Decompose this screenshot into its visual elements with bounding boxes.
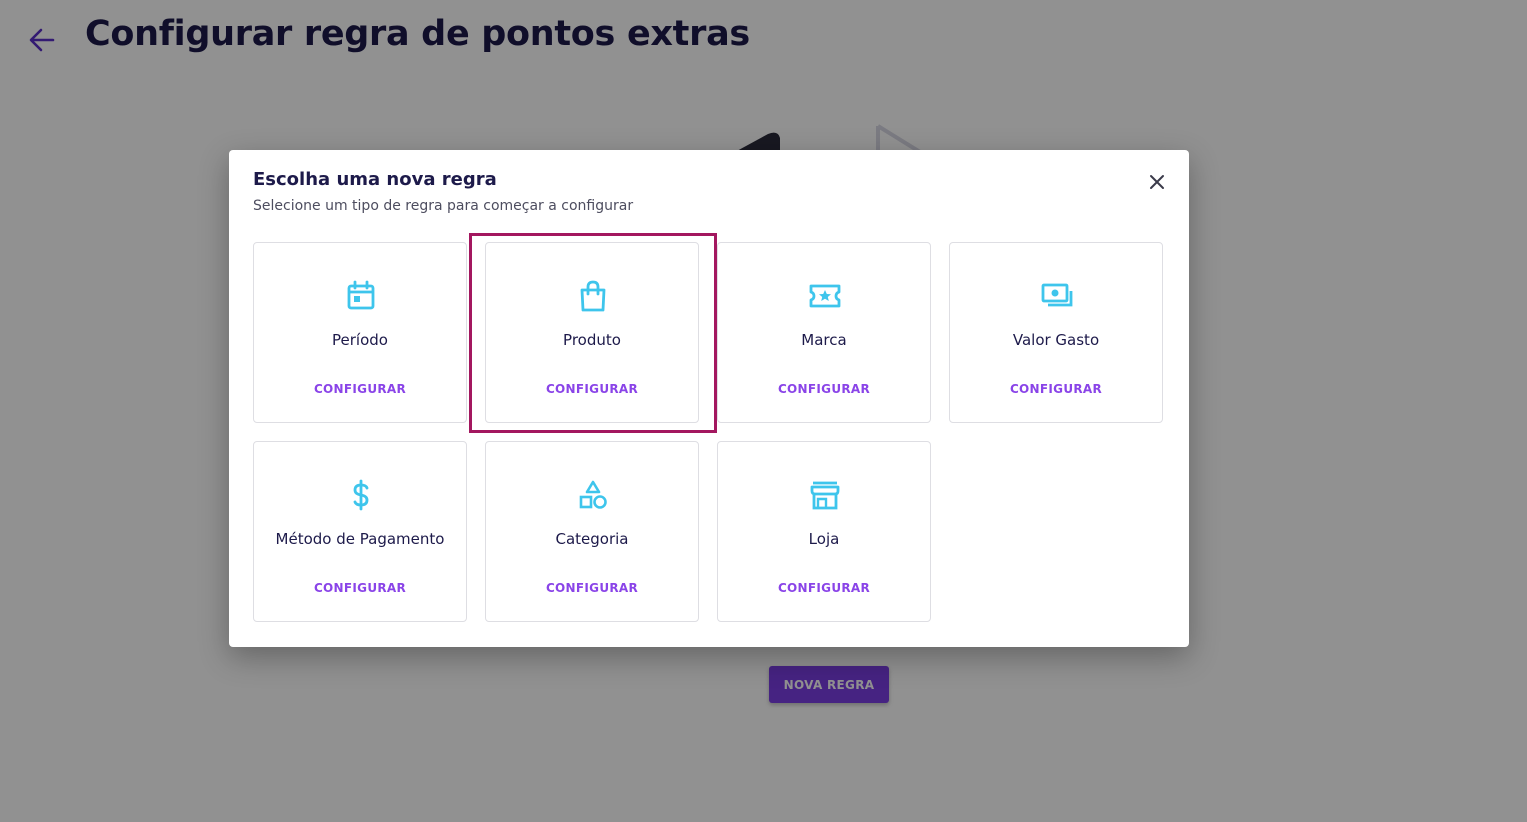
ticket-star-icon <box>809 280 841 312</box>
modal-subtitle: Selecione um tipo de regra para começar … <box>253 198 634 214</box>
rule-card-metodo-pagamento[interactable]: Método de Pagamento CONFIGURAR <box>253 441 467 622</box>
configure-link[interactable]: CONFIGURAR <box>950 382 1162 396</box>
rule-card-periodo[interactable]: Período CONFIGURAR <box>253 242 467 423</box>
shapes-icon <box>577 479 609 511</box>
rule-card-label: Valor Gasto <box>1012 331 1100 349</box>
rule-card-label: Marca <box>801 331 847 349</box>
calendar-icon <box>345 280 377 312</box>
shopping-bag-icon <box>577 280 609 312</box>
configure-link[interactable]: CONFIGURAR <box>254 581 466 595</box>
rule-card-label: Loja <box>808 530 840 548</box>
configure-link[interactable]: CONFIGURAR <box>718 382 930 396</box>
rule-card-label: Período <box>332 331 388 349</box>
money-icon <box>1041 280 1073 312</box>
close-icon <box>1145 175 1169 197</box>
dollar-icon <box>345 479 377 511</box>
rule-card-categoria[interactable]: Categoria CONFIGURAR <box>485 441 699 622</box>
rule-card-marca[interactable]: Marca CONFIGURAR <box>717 242 931 423</box>
choose-rule-modal: Escolha uma nova regra Selecione um tipo… <box>229 150 1189 647</box>
close-button[interactable] <box>1145 170 1169 194</box>
configure-link[interactable]: CONFIGURAR <box>254 382 466 396</box>
rule-card-loja[interactable]: Loja CONFIGURAR <box>717 441 931 622</box>
rule-card-label: Produto <box>563 331 621 349</box>
rule-card-produto[interactable]: Produto CONFIGURAR <box>485 242 699 423</box>
configure-link[interactable]: CONFIGURAR <box>718 581 930 595</box>
configure-link[interactable]: CONFIGURAR <box>486 382 698 396</box>
rule-card-valor-gasto[interactable]: Valor Gasto CONFIGURAR <box>949 242 1163 423</box>
rule-card-label: Categoria <box>555 530 629 548</box>
modal-title: Escolha uma nova regra <box>253 169 497 190</box>
store-icon <box>809 479 841 511</box>
configure-link[interactable]: CONFIGURAR <box>486 581 698 595</box>
rule-card-label: Método de Pagamento <box>275 530 445 548</box>
